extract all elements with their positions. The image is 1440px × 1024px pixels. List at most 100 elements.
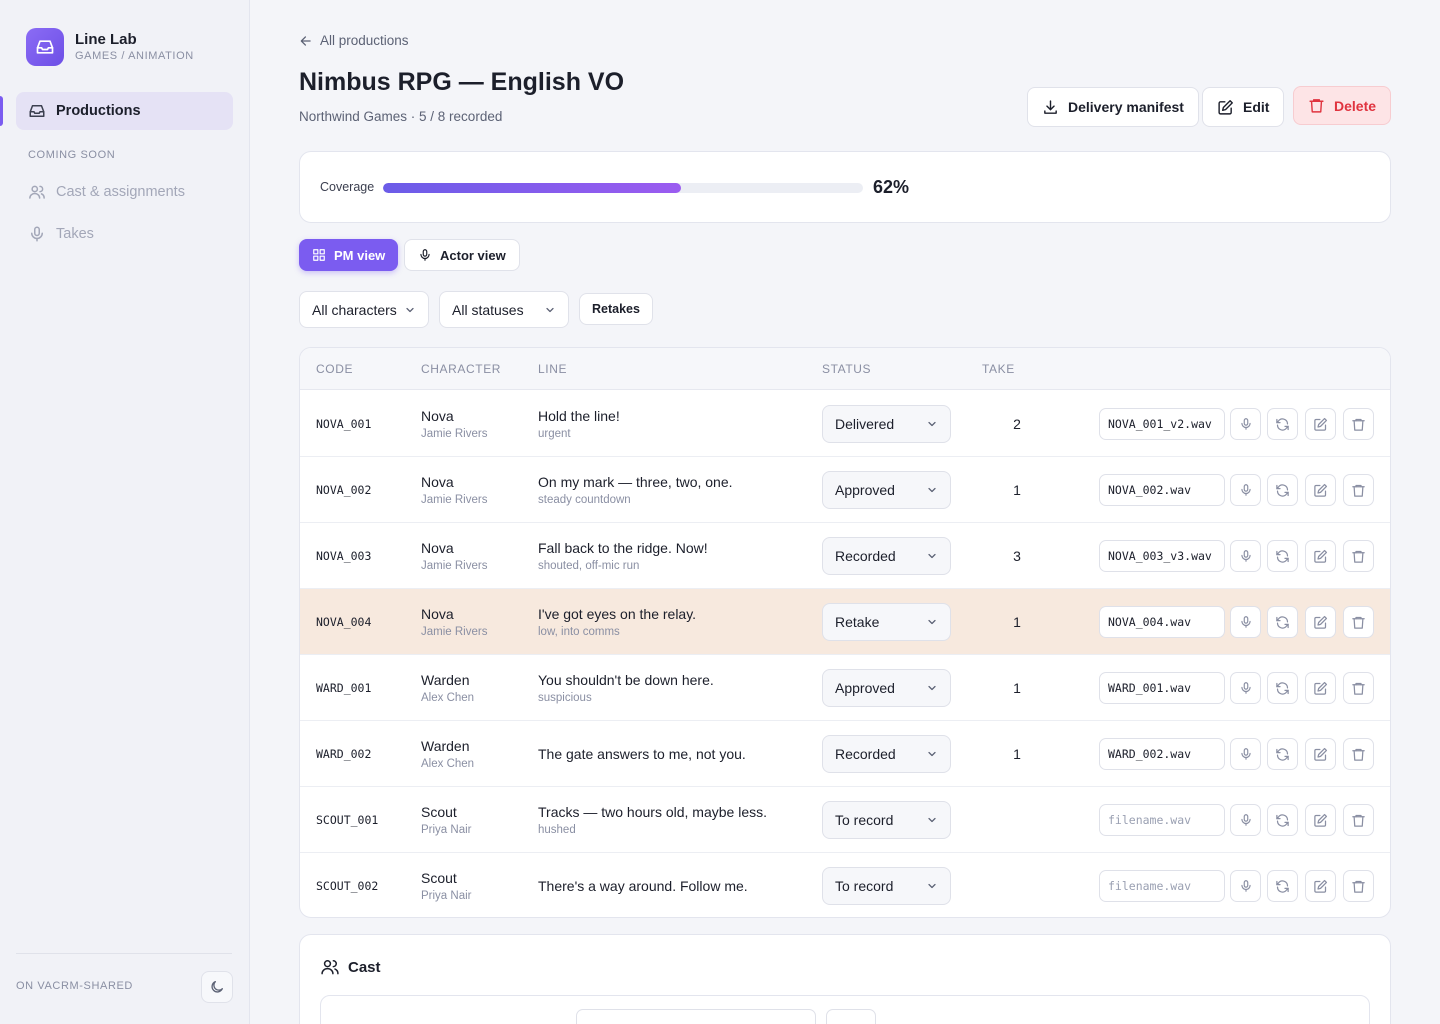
page-subtitle: Northwind Games · 5 / 8 recorded (299, 109, 503, 124)
edit-line-button[interactable] (1305, 408, 1336, 440)
filename-input[interactable] (1099, 408, 1225, 440)
character-name: Nova (421, 606, 454, 622)
record-button[interactable] (1230, 672, 1261, 704)
delete-line-button[interactable] (1343, 804, 1374, 836)
retakes-filter-toggle[interactable]: Retakes (579, 293, 653, 325)
status-value: Approved (835, 680, 895, 696)
line-code: NOVA_003 (316, 549, 372, 563)
edit-line-button[interactable] (1305, 870, 1336, 902)
filename-input[interactable] (1099, 606, 1225, 638)
trash-icon (1351, 483, 1366, 498)
column-header-character[interactable]: CHARACTER (421, 362, 501, 376)
delete-line-button[interactable] (1343, 738, 1374, 770)
delete-line-button[interactable] (1343, 606, 1374, 638)
record-button[interactable] (1230, 738, 1261, 770)
record-button[interactable] (1230, 540, 1261, 572)
actor-name: Jamie Rivers (421, 626, 488, 638)
status-select[interactable]: Approved (822, 669, 951, 707)
retake-button[interactable] (1267, 870, 1298, 902)
status-select[interactable]: To record (822, 867, 951, 905)
character-filter-select[interactable]: All characters (299, 291, 429, 328)
line-direction: hushed (538, 824, 576, 836)
mic-icon (418, 248, 432, 262)
column-header-take[interactable]: TAKE (982, 362, 1015, 376)
edit-icon (1313, 747, 1328, 762)
delete-line-button[interactable] (1343, 408, 1374, 440)
status-select[interactable]: Retake (822, 603, 951, 641)
line-direction: shouted, off-mic run (538, 560, 640, 572)
status-filter-select[interactable]: All statuses (439, 291, 569, 328)
sidebar-item-takes[interactable]: Takes (28, 225, 94, 243)
cast-actor-input[interactable] (576, 1009, 816, 1024)
nav-section-label: COMING SOON (28, 149, 116, 161)
column-header-code[interactable]: CODE (316, 362, 353, 376)
edit-line-button[interactable] (1305, 738, 1336, 770)
character-filter-value: All characters (312, 301, 397, 318)
delete-line-button[interactable] (1343, 474, 1374, 506)
delete-line-button[interactable] (1343, 870, 1374, 902)
edit-line-button[interactable] (1305, 672, 1336, 704)
page-title: Nimbus RPG — English VO (299, 68, 625, 96)
edit-line-button[interactable] (1305, 474, 1336, 506)
retake-button[interactable] (1267, 474, 1298, 506)
edit-line-button[interactable] (1305, 540, 1336, 572)
filename-input[interactable] (1099, 474, 1225, 506)
retake-button[interactable] (1267, 540, 1298, 572)
take-number: 1 (1013, 746, 1021, 762)
delivery-manifest-button[interactable]: Delivery manifest (1027, 87, 1199, 127)
retake-button[interactable] (1267, 804, 1298, 836)
character-name: Nova (421, 408, 454, 424)
actor-view-label: Actor view (440, 247, 506, 263)
status-filter-value: All statuses (452, 301, 524, 318)
edit-icon (1217, 99, 1234, 116)
retake-button[interactable] (1267, 606, 1298, 638)
cast-action-button[interactable] (826, 1009, 876, 1024)
edit-line-button[interactable] (1305, 606, 1336, 638)
actor-view-button[interactable]: Actor view (404, 239, 520, 271)
filename-input[interactable] (1099, 870, 1225, 902)
edit-button[interactable]: Edit (1202, 87, 1285, 127)
column-header-status[interactable]: STATUS (822, 362, 871, 376)
record-button[interactable] (1230, 474, 1261, 506)
record-button[interactable] (1230, 870, 1261, 902)
delete-button[interactable]: Delete (1293, 86, 1392, 125)
retake-button[interactable] (1267, 408, 1298, 440)
coverage-percent: 62% (873, 177, 910, 197)
status-select[interactable]: Delivered (822, 405, 951, 443)
filename-input[interactable] (1099, 738, 1225, 770)
delete-line-button[interactable] (1343, 540, 1374, 572)
delete-line-button[interactable] (1343, 672, 1374, 704)
status-value: Recorded (835, 746, 896, 762)
filename-input[interactable] (1099, 540, 1225, 572)
chevron-down-icon (926, 748, 938, 760)
filename-input[interactable] (1099, 672, 1225, 704)
brand[interactable]: Line Lab GAMES / ANIMATION (26, 28, 194, 66)
chevron-down-icon (926, 550, 938, 562)
status-select[interactable]: To record (822, 801, 951, 839)
take-number: 1 (1013, 482, 1021, 498)
retake-button[interactable] (1267, 672, 1298, 704)
retake-button[interactable] (1267, 738, 1298, 770)
back-link[interactable]: All productions (299, 33, 409, 48)
column-header-line[interactable]: LINE (538, 362, 567, 376)
sidebar-item-cast-assignments[interactable]: Cast & assignments (28, 183, 185, 201)
actor-name: Jamie Rivers (421, 428, 488, 440)
download-icon (1042, 99, 1059, 116)
theme-toggle-button[interactable] (201, 971, 233, 1003)
status-select[interactable]: Recorded (822, 537, 951, 575)
mic-icon (1239, 879, 1253, 893)
status-select[interactable]: Approved (822, 471, 951, 509)
sidebar-item-productions[interactable]: Productions (16, 92, 233, 130)
record-button[interactable] (1230, 408, 1261, 440)
line-text: The gate answers to me, not you. (538, 746, 746, 762)
chevron-down-icon (544, 304, 556, 316)
record-button[interactable] (1230, 606, 1261, 638)
record-button[interactable] (1230, 804, 1261, 836)
sidebar: Line Lab GAMES / ANIMATION Productions C… (0, 0, 250, 1024)
coverage-label: Coverage (320, 180, 375, 194)
edit-line-button[interactable] (1305, 804, 1336, 836)
pm-view-button[interactable]: PM view (299, 239, 399, 271)
sidebar-item-label: Takes (56, 226, 94, 242)
status-select[interactable]: Recorded (822, 735, 951, 773)
filename-input[interactable] (1099, 804, 1225, 836)
